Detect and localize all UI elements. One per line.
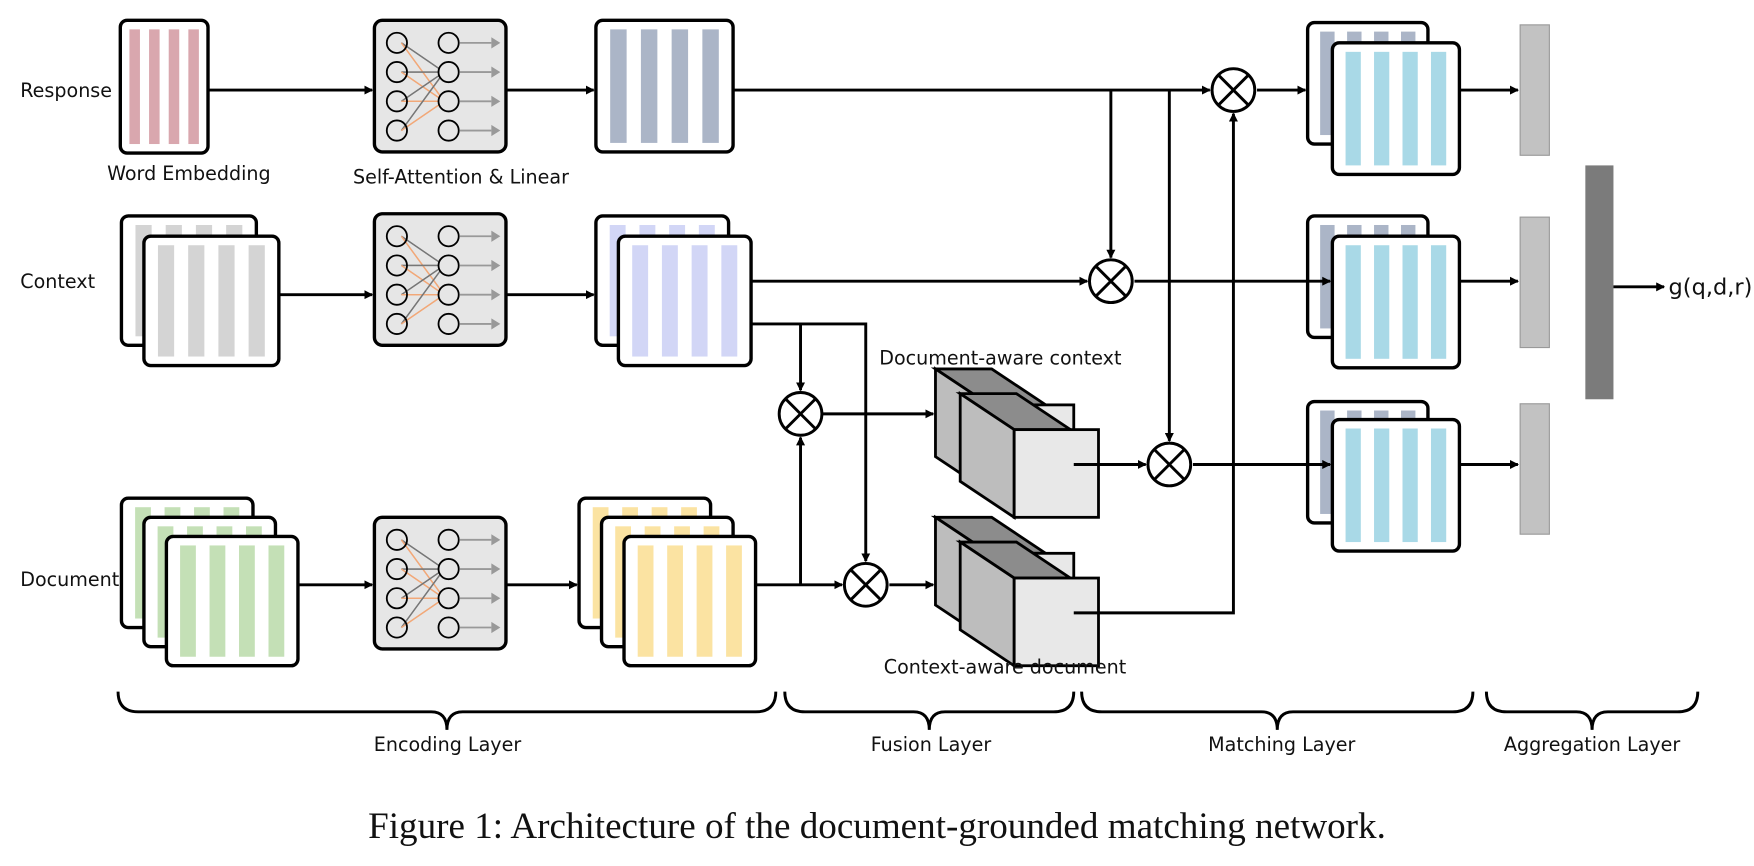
word-embedding-label: Word Embedding [107,162,271,185]
matching-map-front [1330,41,1462,177]
matching-map-front [1330,417,1462,553]
matrix-column [1430,428,1447,543]
matrix-column [721,245,738,357]
matrix-column [696,545,713,657]
matching-layer-brace [1080,691,1475,730]
hidden-node [437,254,460,277]
aggregation-layer-brace [1484,691,1700,730]
response-word-embedding [118,18,210,155]
encoding-layer-label: Encoding Layer [374,733,522,756]
aggregation-output [1585,165,1614,400]
match-response-doc-aware-context [1146,441,1193,488]
row-label-context: Context [20,270,95,293]
matrix-column [610,29,627,143]
context-self-attention [372,212,508,347]
matrix-column [188,29,199,145]
matrix-column [209,545,226,657]
matrix-column [149,29,160,145]
matrix-column [1374,51,1390,166]
response-self-attention [372,18,508,154]
document-encoded [622,534,758,668]
hidden-node [437,528,460,551]
hidden-node [437,31,460,54]
matrix-column [268,545,285,657]
fusion-layer-brace [783,691,1076,730]
fusion-doc-aware-context [777,391,824,437]
matrix-column [637,545,654,657]
matrix-column [661,245,678,357]
matrix-column [1345,428,1361,543]
hidden-node [437,587,460,610]
aggregation-vector [1519,403,1550,535]
hidden-node [437,616,460,639]
matrix-column [1430,51,1447,166]
architecture-figure: Response Context Document Word Embedding… [0,0,1754,866]
matrix-column [180,545,196,657]
matrix-column [691,245,708,357]
document-aware-context-cube [930,366,1100,520]
hidden-node [437,558,460,581]
fusion-context-aware-doc [842,561,889,608]
matrix-column [702,29,719,143]
context-encoded [616,234,753,368]
response-encoded [594,18,735,154]
matrix-column [239,545,255,657]
matrix-column [157,245,175,357]
matrix-column [667,545,683,657]
encoding-layer-brace [116,691,778,730]
hidden-node [437,90,460,113]
aggregation-vector [1519,24,1550,156]
matrix-column [632,245,649,357]
matrix-column [1345,245,1361,359]
document-word-embedding [164,534,300,668]
row-label-document: Document [20,568,120,591]
hidden-node [437,119,460,142]
matrix-column [218,245,235,357]
matching-map-front [1330,234,1462,370]
hidden-node [437,61,460,84]
match-response-context [1088,258,1134,305]
cube-front [1012,428,1100,519]
self-attention-label: Self-Attention & Linear [353,165,569,188]
matrix-column [1430,245,1447,359]
row-label-response: Response [20,79,112,102]
matrix-column [1374,245,1390,359]
context-aware-document-cube [930,514,1100,669]
matrix-column [1402,428,1418,543]
matrix-column [188,245,205,357]
output-score-label: g(q,d,r) [1669,275,1753,301]
fusion-layer-label: Fusion Layer [871,733,992,756]
hidden-node [437,283,460,306]
matrix-column [1402,51,1418,166]
aggregation-layer-label: Aggregation Layer [1504,733,1680,756]
hidden-node [437,312,460,335]
hidden-node [437,225,460,248]
cube-front [1012,576,1100,668]
context-word-embedding [142,234,281,368]
matrix-column [726,545,742,657]
document-aware-context-label: Document-aware context [879,346,1122,369]
matrix-column [640,29,658,143]
matrix-column [671,29,689,143]
matrix-column [129,29,140,145]
context-aware-document-label: Context-aware document [884,656,1127,679]
document-self-attention [372,515,508,651]
matching-layer-label: Matching Layer [1208,733,1355,756]
matrix-column [248,245,265,357]
matrix-column [168,29,180,145]
figure-caption: Figure 1: Architecture of the document-g… [368,806,1386,847]
architecture-diagram: Response Context Document Word Embedding… [20,18,1753,847]
connector-line [751,322,871,563]
matrix-column [1374,428,1390,543]
match-response-response [1210,67,1257,113]
matrix-column [1402,245,1418,359]
aggregation-vector [1519,216,1550,349]
matrix-column [1345,51,1361,166]
